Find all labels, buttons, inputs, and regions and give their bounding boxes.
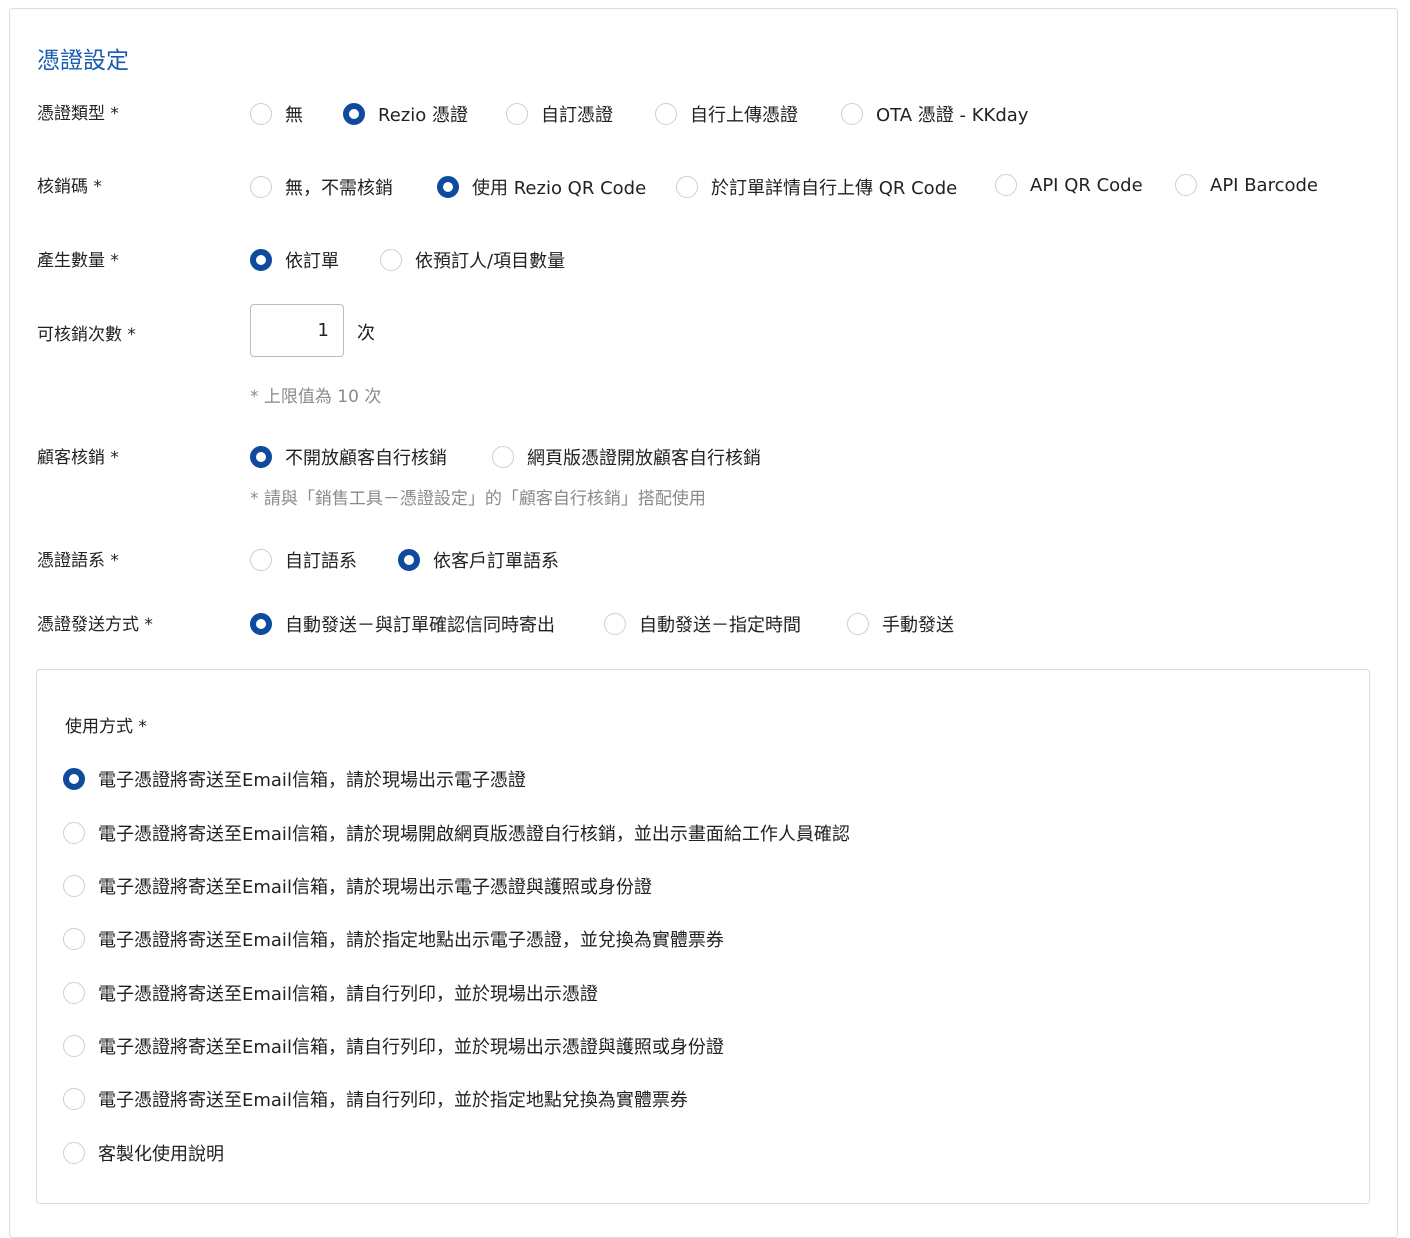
- customer-redeem-option-web[interactable]: 網頁版憑證開放顧客自行核銷: [492, 444, 761, 470]
- send-method-option-auto-scheduled[interactable]: 自動發送－指定時間: [604, 611, 801, 637]
- radio-icon[interactable]: [492, 446, 514, 468]
- usage-option[interactable]: 電子憑證將寄送至Email信箱，請自行列印，並於現場出示憑證: [63, 980, 598, 1006]
- redeem-code-option-rezio-qr[interactable]: 使用 Rezio QR Code: [437, 174, 646, 200]
- voucher-type-option-rezio[interactable]: Rezio 憑證: [343, 101, 468, 127]
- radio-icon[interactable]: [995, 174, 1017, 196]
- voucher-type-option-upload[interactable]: 自行上傳憑證: [655, 101, 798, 127]
- redeem-times-label: 可核銷次數 *: [37, 325, 136, 345]
- send-method-label: 憑證發送方式 *: [37, 615, 153, 635]
- radio-icon[interactable]: [250, 103, 272, 125]
- option-label: 依預訂人/項目數量: [415, 251, 566, 272]
- radio-icon[interactable]: [506, 103, 528, 125]
- customer-redeem-label: 顧客核銷 *: [37, 448, 119, 468]
- radio-icon[interactable]: [63, 822, 85, 844]
- option-label: 自動發送－與訂單確認信同時寄出: [285, 615, 555, 636]
- option-label: 無: [285, 105, 303, 126]
- send-method-option-manual[interactable]: 手動發送: [847, 611, 954, 637]
- radio-checked-icon[interactable]: [398, 549, 420, 571]
- option-label: 客製化使用說明: [98, 1144, 224, 1165]
- radio-icon[interactable]: [63, 875, 85, 897]
- section-title: 憑證設定: [37, 48, 129, 74]
- radio-icon[interactable]: [250, 549, 272, 571]
- redeem-times-input[interactable]: 1: [250, 304, 344, 357]
- option-label: OTA 憑證 - KKday: [876, 105, 1029, 126]
- customer-redeem-hint: * 請與「銷售工具－憑證設定」的「顧客自行核銷」搭配使用: [250, 489, 706, 509]
- option-label: 電子憑證將寄送至Email信箱，請自行列印，並於現場出示憑證: [98, 984, 598, 1005]
- option-label: 無，不需核銷: [285, 178, 393, 199]
- option-label: 電子憑證將寄送至Email信箱，請於現場開啟網頁版憑證自行核銷，並出示畫面給工作…: [98, 824, 850, 845]
- option-label: 於訂單詳情自行上傳 QR Code: [711, 178, 958, 199]
- option-label: Rezio 憑證: [378, 105, 468, 126]
- option-label: API QR Code: [1030, 174, 1143, 196]
- option-label: 自訂憑證: [541, 105, 613, 126]
- radio-icon[interactable]: [604, 613, 626, 635]
- usage-option[interactable]: 電子憑證將寄送至Email信箱，請自行列印，並於指定地點兌換為實體票券: [63, 1086, 688, 1112]
- option-label: 電子憑證將寄送至Email信箱，請自行列印，並於指定地點兌換為實體票券: [98, 1090, 688, 1111]
- option-label: 電子憑證將寄送至Email信箱，請於現場出示電子憑證: [98, 770, 526, 791]
- redeem-times-unit: 次: [357, 323, 375, 344]
- redeem-code-option-api-qr[interactable]: API QR Code: [995, 174, 1143, 196]
- radio-icon[interactable]: [380, 249, 402, 271]
- radio-checked-icon[interactable]: [250, 249, 272, 271]
- radio-checked-icon[interactable]: [343, 103, 365, 125]
- radio-icon[interactable]: [250, 176, 272, 198]
- quantity-option-by-person[interactable]: 依預訂人/項目數量: [380, 247, 565, 273]
- radio-icon[interactable]: [676, 176, 698, 198]
- option-label: 網頁版憑證開放顧客自行核銷: [527, 448, 761, 469]
- voucher-language-option-custom[interactable]: 自訂語系: [250, 547, 357, 573]
- radio-icon[interactable]: [841, 103, 863, 125]
- voucher-settings-card: 憑證設定 憑證類型 * 無 Rezio 憑證 自訂憑證 自行上傳憑證 OTA 憑…: [9, 8, 1398, 1238]
- usage-panel: 使用方式 * 電子憑證將寄送至Email信箱，請於現場出示電子憑證 電子憑證將寄…: [36, 669, 1370, 1204]
- redeem-times-hint: * 上限值為 10 次: [250, 387, 382, 407]
- usage-label: 使用方式 *: [65, 717, 147, 737]
- usage-option[interactable]: 電子憑證將寄送至Email信箱，請於指定地點出示電子憑證，並兌換為實體票券: [63, 926, 724, 952]
- option-label: 自訂語系: [285, 551, 357, 572]
- option-label: 不開放顧客自行核銷: [285, 448, 447, 469]
- option-label: 電子憑證將寄送至Email信箱，請於指定地點出示電子憑證，並兌換為實體票券: [98, 930, 724, 951]
- usage-option[interactable]: 電子憑證將寄送至Email信箱，請自行列印，並於現場出示憑證與護照或身份證: [63, 1033, 724, 1059]
- voucher-language-label: 憑證語系 *: [37, 551, 119, 571]
- usage-option[interactable]: 電子憑證將寄送至Email信箱，請於現場開啟網頁版憑證自行核銷，並出示畫面給工作…: [63, 820, 850, 846]
- radio-icon[interactable]: [63, 928, 85, 950]
- radio-checked-icon[interactable]: [63, 768, 85, 790]
- send-method-option-auto-with-order[interactable]: 自動發送－與訂單確認信同時寄出: [250, 611, 555, 637]
- radio-checked-icon[interactable]: [437, 176, 459, 198]
- quantity-option-by-order[interactable]: 依訂單: [250, 247, 339, 273]
- radio-icon[interactable]: [1175, 174, 1197, 196]
- voucher-type-option-ota[interactable]: OTA 憑證 - KKday: [841, 101, 1028, 127]
- usage-option[interactable]: 電子憑證將寄送至Email信箱，請於現場出示電子憑證: [63, 766, 526, 792]
- radio-icon[interactable]: [63, 1088, 85, 1110]
- voucher-type-option-none[interactable]: 無: [250, 101, 303, 127]
- radio-icon[interactable]: [847, 613, 869, 635]
- option-label: 使用 Rezio QR Code: [472, 178, 647, 199]
- voucher-type-option-custom[interactable]: 自訂憑證: [506, 101, 613, 127]
- radio-checked-icon[interactable]: [250, 613, 272, 635]
- customer-redeem-option-closed[interactable]: 不開放顧客自行核銷: [250, 444, 447, 470]
- option-label: 電子憑證將寄送至Email信箱，請於現場出示電子憑證與護照或身份證: [98, 877, 652, 898]
- radio-icon[interactable]: [63, 982, 85, 1004]
- voucher-language-option-order[interactable]: 依客戶訂單語系: [398, 547, 559, 573]
- radio-icon[interactable]: [655, 103, 677, 125]
- option-label: 電子憑證將寄送至Email信箱，請自行列印，並於現場出示憑證與護照或身份證: [98, 1037, 724, 1058]
- option-label: 依訂單: [285, 251, 339, 272]
- usage-option-custom[interactable]: 客製化使用說明: [63, 1140, 224, 1166]
- option-label: 依客戶訂單語系: [433, 551, 559, 572]
- option-label: API Barcode: [1210, 174, 1318, 196]
- redeem-code-option-none[interactable]: 無，不需核銷: [250, 174, 393, 200]
- redeem-code-option-api-barcode[interactable]: API Barcode: [1175, 174, 1318, 196]
- radio-icon[interactable]: [63, 1142, 85, 1164]
- option-label: 自動發送－指定時間: [639, 615, 801, 636]
- usage-option[interactable]: 電子憑證將寄送至Email信箱，請於現場出示電子憑證與護照或身份證: [63, 873, 652, 899]
- redeem-code-option-upload-qr[interactable]: 於訂單詳情自行上傳 QR Code: [676, 174, 957, 200]
- option-label: 手動發送: [882, 615, 954, 636]
- radio-icon[interactable]: [63, 1035, 85, 1057]
- voucher-type-label: 憑證類型 *: [37, 104, 119, 124]
- option-label: 自行上傳憑證: [690, 105, 798, 126]
- quantity-label: 產生數量 *: [37, 251, 119, 271]
- radio-checked-icon[interactable]: [250, 446, 272, 468]
- redeem-code-label: 核銷碼 *: [37, 177, 102, 197]
